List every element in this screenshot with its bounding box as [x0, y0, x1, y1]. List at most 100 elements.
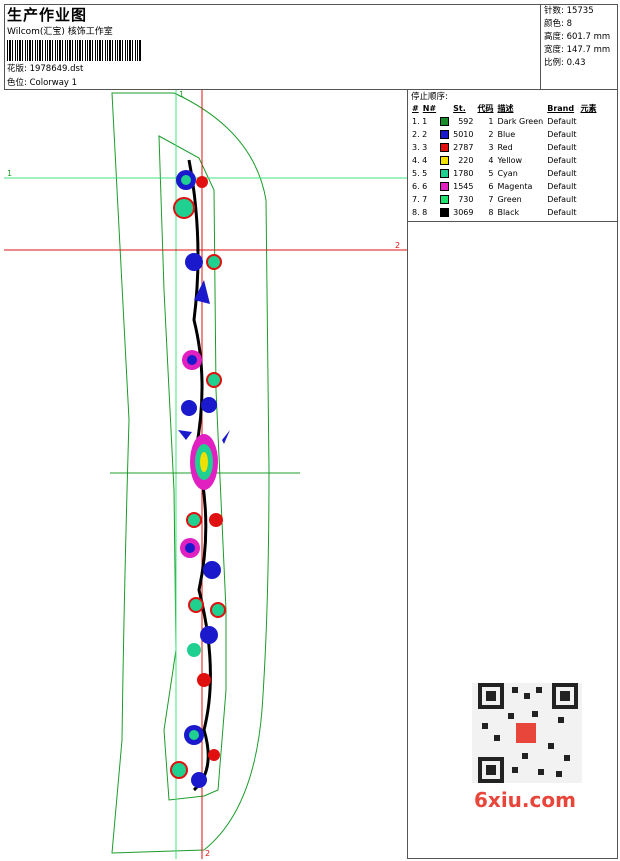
guide-h2-label: 2 [395, 241, 400, 250]
guide-h1-label: 1 [7, 169, 12, 178]
color-swatch [438, 206, 451, 219]
row-stitches: 5010 [453, 130, 474, 139]
row-element [578, 167, 598, 180]
row-element [578, 193, 598, 206]
row-code: 3 [488, 143, 494, 152]
color-count: 颜色: 8 [544, 19, 572, 29]
design-width: 宽度: 147.7 mm [544, 45, 611, 55]
design-scale: 比例: 0.43 [544, 58, 586, 68]
colorway: 色位: Colorway 1 [7, 78, 78, 88]
row-element [578, 141, 598, 154]
swatch-box [440, 208, 450, 217]
stop-sequence-table: # N# St. 代码 描述 Brand 元素 1. 1 592 1 Dark Gre… [410, 101, 598, 219]
table-row: 4. 4 220 4 Yellow Default [410, 154, 598, 167]
row-description: Dark Green [497, 117, 544, 126]
swatch-box [440, 195, 450, 204]
swatch-box [440, 130, 450, 139]
color-swatch [438, 141, 451, 154]
table-header-row: # N# St. 代码 描述 Brand 元素 [410, 101, 598, 115]
row-element [578, 180, 598, 193]
row-index: 4. 4 [412, 156, 428, 165]
swatch-box [440, 117, 450, 126]
row-element [578, 154, 598, 167]
row-element [578, 128, 598, 141]
col-element: 元素 [580, 103, 597, 113]
row-brand: Default [547, 195, 577, 204]
row-brand: Default [547, 169, 577, 178]
table-row: 6. 6 1545 6 Magenta Default [410, 180, 598, 193]
row-brand: Default [547, 117, 577, 126]
watermark-text: 6xiu.com [474, 788, 576, 812]
row-brand: Default [547, 156, 577, 165]
design-file: 花版: 1978649.dst [7, 64, 84, 74]
row-index: 5. 5 [412, 169, 428, 178]
row-stitches: 730 [458, 195, 474, 204]
row-element [578, 206, 598, 219]
row-brand: Default [547, 143, 577, 152]
row-brand: Default [547, 208, 577, 217]
col-needle: N# [422, 103, 437, 113]
row-stitches: 220 [458, 156, 474, 165]
row-stitches: 592 [458, 117, 474, 126]
row-index: 3. 3 [412, 143, 428, 152]
qr-code [472, 683, 582, 783]
row-code: 8 [488, 208, 494, 217]
design-canvas: 1 1 2 2 [4, 90, 408, 859]
color-swatch [438, 180, 451, 193]
stop-sequence-panel: 停止顺序: # N# St. 代码 描述 Brand 元素 1. 1 592 1 Da… [408, 90, 618, 222]
table-row: 3. 3 2787 3 Red Default [410, 141, 598, 154]
design-height: 高度: 601.7 mm [544, 32, 611, 42]
col-code: 代码 [477, 103, 494, 113]
row-code: 1 [488, 117, 494, 126]
row-code: 7 [488, 195, 494, 204]
row-index: 2. 2 [412, 130, 428, 139]
table-row: 7. 7 730 7 Green Default [410, 193, 598, 206]
row-description: Red [497, 143, 513, 152]
row-description: Magenta [497, 182, 533, 191]
col-swatch [438, 101, 451, 115]
color-swatch [438, 128, 451, 141]
row-description: Green [497, 195, 522, 204]
col-brand: Brand [547, 103, 575, 113]
table-row: 5. 5 1780 5 Cyan Default [410, 167, 598, 180]
studio-name: Wilcom(汇宝) 核饰工作室 [7, 27, 113, 37]
row-brand: Default [547, 130, 577, 139]
color-swatch [438, 193, 451, 206]
color-swatch [438, 154, 451, 167]
row-description: Cyan [497, 169, 518, 178]
flower-motifs [170, 170, 230, 788]
row-code: 6 [488, 182, 494, 191]
design-stats: 针数: 15735 颜色: 8 高度: 601.7 mm 宽度: 147.7 m… [541, 4, 618, 90]
swatch-box [440, 169, 450, 178]
col-description: 描述 [497, 103, 514, 113]
col-stitches: St. [453, 103, 466, 113]
row-element [578, 115, 598, 128]
col-index: # [412, 103, 419, 113]
row-description: Black [497, 208, 520, 217]
guide-v1-label: 1 [179, 90, 184, 99]
row-code: 2 [488, 130, 494, 139]
table-row: 1. 1 592 1 Dark Green Default [410, 115, 598, 128]
row-index: 1. 1 [412, 117, 428, 126]
swatch-box [440, 143, 450, 152]
guide-v2-label: 2 [205, 849, 210, 858]
swatch-box [440, 182, 450, 191]
row-code: 4 [488, 156, 494, 165]
row-stitches: 1545 [453, 182, 474, 191]
row-index: 7. 7 [412, 195, 428, 204]
row-index: 8. 8 [412, 208, 428, 217]
row-description: Blue [497, 130, 516, 139]
page-title: 生产作业图 [7, 6, 88, 24]
row-description: Yellow [497, 156, 523, 165]
row-stitches: 3069 [453, 208, 474, 217]
color-swatch [438, 115, 451, 128]
color-swatch [438, 167, 451, 180]
stitch-count: 针数: 15735 [544, 6, 594, 16]
embroidery-preview: 1 1 2 2 [4, 90, 407, 859]
row-code: 5 [488, 169, 494, 178]
table-row: 2. 2 5010 2 Blue Default [410, 128, 598, 141]
swatch-box [440, 156, 450, 165]
row-stitches: 2787 [453, 143, 474, 152]
row-stitches: 1780 [453, 169, 474, 178]
barcode [7, 40, 141, 61]
